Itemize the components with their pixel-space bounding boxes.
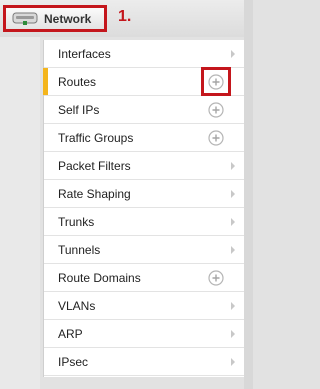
chevron-right-icon <box>231 356 236 366</box>
menu-item-rate-shaping[interactable]: Rate Shaping <box>44 180 244 208</box>
menu-item-label: IPsec <box>58 354 89 369</box>
chevron-right-icon <box>231 216 236 226</box>
menu-item-label: Trunks <box>58 214 95 229</box>
left-strip <box>0 37 40 389</box>
chevron-right-icon <box>231 328 236 338</box>
chevron-right-icon <box>231 244 236 254</box>
menu-item-traffic-groups[interactable]: Traffic Groups <box>44 124 244 152</box>
menu-item-trunks[interactable]: Trunks <box>44 208 244 236</box>
chevron-right-icon <box>231 188 236 198</box>
right-edge <box>244 0 253 389</box>
menu-item-label: ARP <box>58 326 83 341</box>
menu-item-label: Tunnels <box>58 242 101 257</box>
step-1-annotation: 1. <box>118 8 132 25</box>
menu-item-label: VLANs <box>58 298 96 313</box>
menu-item-packet-filters[interactable]: Packet Filters <box>44 152 244 180</box>
menu-item-tunnels[interactable]: Tunnels <box>44 236 244 264</box>
menu-item-ipsec[interactable]: IPsec <box>44 348 244 376</box>
chevron-right-icon <box>231 48 236 58</box>
menu-item-route-domains[interactable]: Route Domains <box>44 264 244 292</box>
chevron-right-icon <box>231 160 236 170</box>
menu-item-label: Route Domains <box>58 270 141 285</box>
network-label: Network <box>44 11 92 26</box>
chevron-right-icon <box>231 300 236 310</box>
menu-item-label: Traffic Groups <box>58 130 134 145</box>
menu-item-interfaces[interactable]: Interfaces <box>44 40 244 68</box>
menu-item-label: Interfaces <box>58 46 111 61</box>
menu-item-label: Rate Shaping <box>58 186 131 201</box>
add-traffic-group-button[interactable] <box>208 130 224 146</box>
add-self-ip-button[interactable] <box>208 102 224 118</box>
menu-item-arp[interactable]: ARP <box>44 320 244 348</box>
menu-item-vlans[interactable]: VLANs <box>44 292 244 320</box>
step-2-highlight-box <box>201 67 231 96</box>
add-route-domain-button[interactable] <box>208 270 224 286</box>
menu-item-label: Self IPs <box>58 102 100 117</box>
menu-item-label: Routes <box>58 74 97 89</box>
menu-item-label: Packet Filters <box>58 158 131 173</box>
network-switch-icon <box>12 12 38 26</box>
menu-item-self-ips[interactable]: Self IPs <box>44 96 244 124</box>
network-nav-item[interactable]: Network <box>3 5 107 32</box>
